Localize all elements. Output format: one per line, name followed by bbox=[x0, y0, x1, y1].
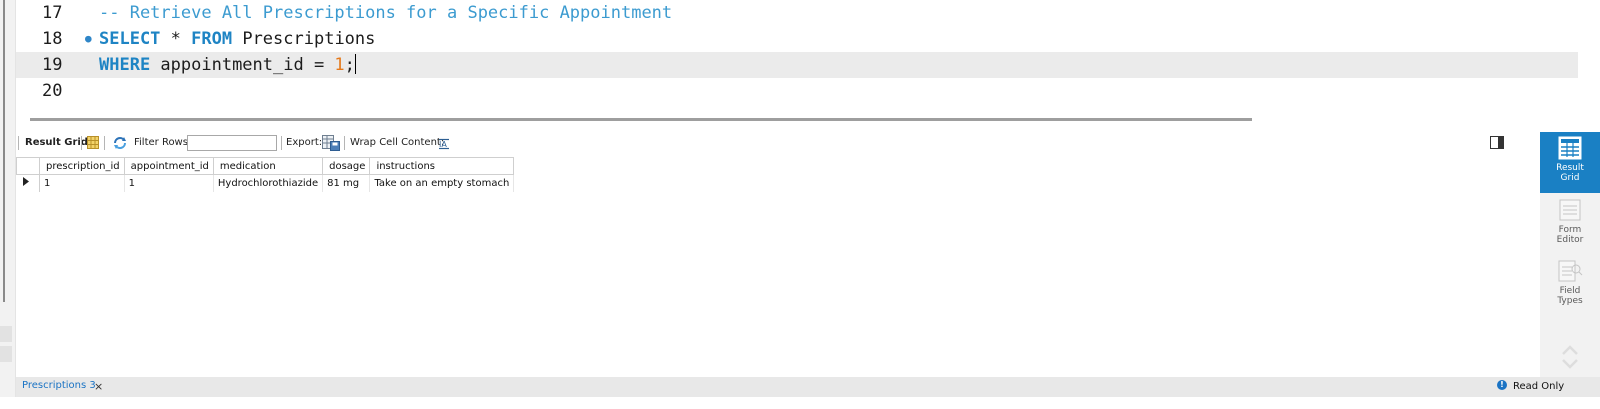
tab-label-line: Grid bbox=[1560, 173, 1580, 183]
export-label: Export: bbox=[286, 137, 323, 148]
sql-table-name: Prescriptions bbox=[232, 29, 376, 49]
export-icon[interactable] bbox=[322, 135, 340, 151]
sql-comment: -- Retrieve All Prescriptions for a Spec… bbox=[99, 3, 673, 23]
result-table: prescription_id appointment_id medicatio… bbox=[16, 157, 515, 192]
sql-terminator: ; bbox=[344, 55, 355, 75]
workbench-window: 17 -- Retrieve All Prescriptions for a S… bbox=[0, 0, 1600, 409]
statement-marker-icon[interactable]: ● bbox=[85, 26, 92, 52]
column-header[interactable]: instructions bbox=[369, 157, 515, 175]
toolbar-separator bbox=[281, 136, 282, 150]
svg-text:IA: IA bbox=[439, 140, 447, 149]
grid-layout-icon[interactable] bbox=[87, 136, 99, 150]
read-only-status: Read Only bbox=[1513, 381, 1565, 392]
result-grid-label: Result Grid bbox=[25, 137, 88, 148]
code-line: 17 -- Retrieve All Prescriptions for a S… bbox=[16, 0, 1578, 26]
column-header[interactable]: medication bbox=[212, 157, 324, 175]
tab-label-line: Form bbox=[1558, 225, 1582, 235]
close-icon[interactable]: × bbox=[94, 377, 103, 397]
toolbar-separator bbox=[344, 136, 345, 150]
code-line: 20 bbox=[16, 78, 1578, 104]
toggle-side-panel-icon[interactable] bbox=[1490, 136, 1504, 150]
result-side-panel: Result Grid Form Editor Field Types bbox=[1540, 132, 1600, 377]
result-grid-tab[interactable]: Result Grid bbox=[1540, 132, 1600, 193]
grid-corner-cell[interactable] bbox=[16, 157, 40, 175]
line-number: 17 bbox=[42, 3, 63, 23]
wrap-text-icon[interactable]: IA bbox=[438, 137, 450, 150]
form-editor-tab-label: Form Editor bbox=[1540, 225, 1600, 245]
toolbar-separator bbox=[104, 136, 105, 150]
table-row[interactable]: 1 1 Hydrochlorothiazide 81 mg Take on an… bbox=[16, 174, 515, 192]
result-grid-tab-label: Result Grid bbox=[1540, 163, 1600, 183]
filter-rows-input[interactable] bbox=[187, 135, 277, 151]
form-editor-tab[interactable]: Form Editor bbox=[1540, 196, 1600, 252]
tab-label-line: Editor bbox=[1556, 235, 1584, 245]
table-header-row: prescription_id appointment_id medicatio… bbox=[16, 157, 515, 175]
tab-label-line: Types bbox=[1557, 296, 1583, 306]
table-cell[interactable]: 1 bbox=[39, 174, 125, 192]
tab-label-line: Result bbox=[1556, 163, 1584, 173]
info-icon: ! bbox=[1497, 380, 1507, 390]
horizontal-scrollbar[interactable] bbox=[30, 118, 1252, 121]
sql-keyword: WHERE bbox=[99, 55, 151, 75]
refresh-icon[interactable] bbox=[112, 135, 128, 151]
line-number: 19 bbox=[42, 55, 63, 75]
sql-operator: * bbox=[160, 29, 192, 49]
sql-editor[interactable]: 17 -- Retrieve All Prescriptions for a S… bbox=[16, 0, 1600, 114]
wrap-cell-content-label: Wrap Cell Content: bbox=[350, 137, 445, 148]
sql-condition: appointment_id = bbox=[150, 55, 335, 75]
column-header[interactable]: dosage bbox=[322, 157, 371, 175]
left-edge-panel bbox=[0, 0, 16, 409]
column-header[interactable]: appointment_id bbox=[123, 157, 214, 175]
text-caret bbox=[354, 54, 356, 74]
table-cell[interactable]: Take on an empty stomach bbox=[369, 174, 515, 192]
result-tabs-bar: Prescriptions 3 × ! Read Only bbox=[16, 377, 1600, 397]
sql-statement: SELECT * FROM Prescriptions bbox=[99, 26, 375, 52]
status-strip bbox=[0, 397, 1600, 409]
field-types-icon bbox=[1558, 260, 1583, 282]
sql-number: 1 bbox=[334, 55, 345, 75]
field-types-tab[interactable]: Field Types bbox=[1540, 257, 1600, 313]
results-toolbar: Result Grid Filter Rows: Export: Wrap Ce… bbox=[16, 132, 1540, 154]
result-tab-prescriptions[interactable]: Prescriptions 3 bbox=[22, 377, 96, 395]
sql-statement: WHERE appointment_id = 1; bbox=[99, 52, 356, 78]
result-grid[interactable]: prescription_id appointment_id medicatio… bbox=[16, 157, 515, 192]
sql-keyword: FROM bbox=[191, 29, 233, 49]
left-edge-marker bbox=[0, 326, 12, 342]
filter-rows-label: Filter Rows: bbox=[134, 137, 192, 148]
panel-scroll-arrows[interactable] bbox=[1540, 342, 1600, 372]
tab-label-line: Field bbox=[1559, 286, 1581, 296]
table-cell[interactable]: 81 mg bbox=[322, 174, 371, 192]
toolbar-separator bbox=[18, 136, 19, 150]
form-editor-icon bbox=[1559, 199, 1581, 221]
result-grid-icon bbox=[1558, 136, 1582, 160]
code-line: 18 ● SELECT * FROM Prescriptions bbox=[16, 26, 1578, 52]
line-number: 18 bbox=[42, 29, 63, 49]
column-header[interactable]: prescription_id bbox=[39, 157, 125, 175]
row-selector-icon[interactable] bbox=[16, 174, 40, 192]
field-types-tab-label: Field Types bbox=[1540, 286, 1600, 306]
code-line-current: 19 WHERE appointment_id = 1; bbox=[16, 52, 1578, 78]
toolbar-separator bbox=[81, 136, 82, 150]
chevron-up-down-icon bbox=[1562, 345, 1578, 369]
table-cell[interactable]: 1 bbox=[124, 174, 214, 192]
table-cell[interactable]: Hydrochlorothiazide bbox=[213, 174, 324, 192]
sql-keyword: SELECT bbox=[99, 29, 161, 49]
left-edge-marker bbox=[0, 346, 12, 362]
line-number: 20 bbox=[42, 81, 63, 101]
left-splitter[interactable] bbox=[3, 0, 5, 302]
